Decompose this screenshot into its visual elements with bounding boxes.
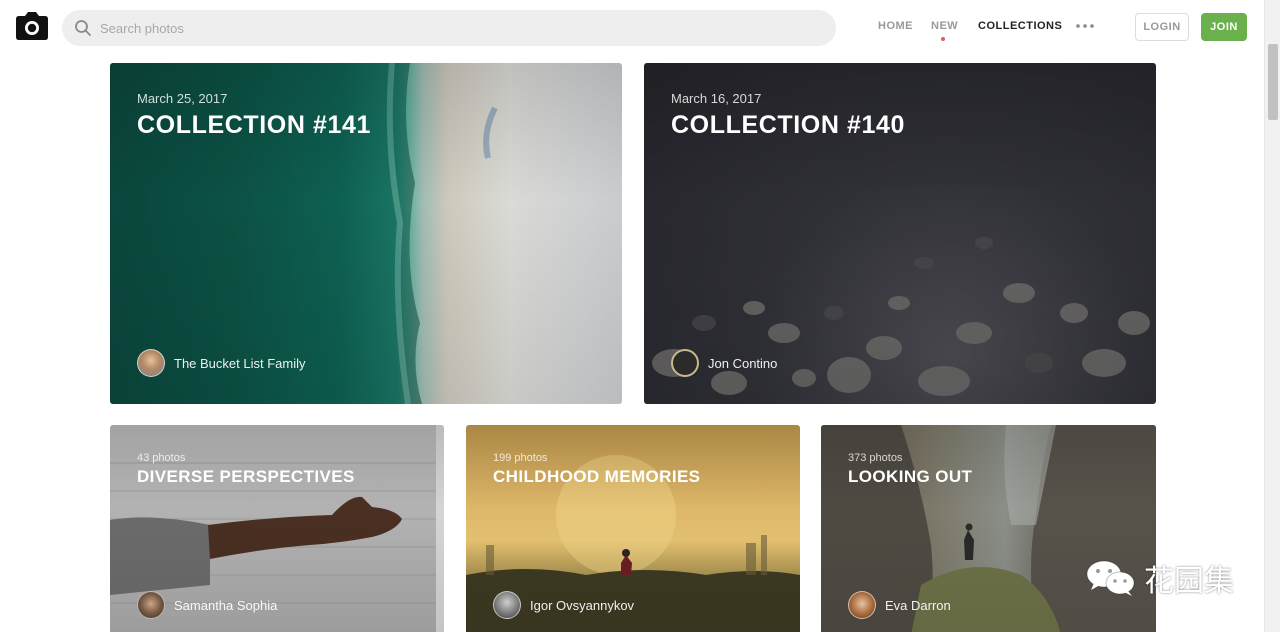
collection-card-140[interactable]: March 16, 2017 COLLECTION #140 Jon Conti…	[644, 63, 1156, 404]
collection-title: COLLECTION #141	[137, 111, 372, 139]
collection-date: March 25, 2017	[137, 91, 228, 106]
search-icon	[75, 20, 91, 36]
collection-author[interactable]: The Bucket List Family	[137, 349, 306, 377]
author-name: Eva Darron	[885, 597, 951, 613]
photo-count: 373 photos	[848, 452, 903, 464]
avatar	[671, 349, 699, 377]
photo-count: 43 photos	[137, 452, 186, 464]
avatar	[493, 591, 521, 619]
collection-title: LOOKING OUT	[848, 467, 973, 486]
collection-author[interactable]: Jon Contino	[671, 349, 777, 377]
top-bar: HOME NEW COLLECTIONS LOGIN JOIN	[0, 0, 1264, 55]
avatar	[848, 591, 876, 619]
collection-title: DIVERSE PERSPECTIVES	[137, 467, 355, 486]
photo-count: 199 photos	[493, 452, 548, 464]
page: HOME NEW COLLECTIONS LOGIN JOIN March 25…	[0, 0, 1280, 632]
more-dots-icon[interactable]	[1075, 18, 1095, 34]
collection-title: CHILDHOOD MEMORIES	[493, 467, 701, 486]
wechat-icon	[1086, 560, 1135, 596]
author-name: Jon Contino	[708, 355, 778, 371]
login-button[interactable]: LOGIN	[1135, 13, 1189, 41]
join-button[interactable]: JOIN	[1201, 13, 1247, 41]
nav-new-link[interactable]: NEW	[931, 20, 958, 32]
collection-card-diverse-perspectives[interactable]: 43 photos DIVERSE PERSPECTIVES Samantha …	[110, 425, 444, 632]
collection-author[interactable]: Samantha Sophia	[137, 591, 277, 619]
collection-card-looking-out[interactable]: 373 photos LOOKING OUT Eva Darron	[821, 425, 1156, 632]
collection-date: March 16, 2017	[671, 91, 762, 106]
nav-collections-link[interactable]: COLLECTIONS	[978, 20, 1062, 32]
avatar	[137, 591, 165, 619]
watermark: 花园集	[1086, 556, 1234, 600]
author-name: The Bucket List Family	[174, 355, 306, 371]
nav-home-link[interactable]: HOME	[878, 20, 913, 32]
collection-card-141[interactable]: March 25, 2017 COLLECTION #141 The Bucke…	[110, 63, 622, 404]
new-indicator-dot	[941, 37, 945, 41]
collection-title: COLLECTION #140	[671, 111, 906, 139]
camera-icon[interactable]	[16, 12, 48, 40]
collection-author[interactable]: Eva Darron	[848, 591, 951, 619]
author-name: Igor Ovsyannykov	[530, 597, 635, 613]
author-name: Samantha Sophia	[174, 597, 278, 613]
search-bar[interactable]	[62, 10, 836, 46]
watermark-text: 花园集	[1144, 564, 1234, 599]
collection-card-childhood-memories[interactable]: 199 photos CHILDHOOD MEMORIES Igor Ovsya…	[466, 425, 800, 632]
scrollbar-thumb[interactable]	[1268, 44, 1278, 120]
avatar	[137, 349, 165, 377]
page-scrollbar[interactable]	[1264, 0, 1280, 632]
search-input[interactable]	[100, 10, 820, 46]
collection-author[interactable]: Igor Ovsyannykov	[493, 591, 634, 619]
